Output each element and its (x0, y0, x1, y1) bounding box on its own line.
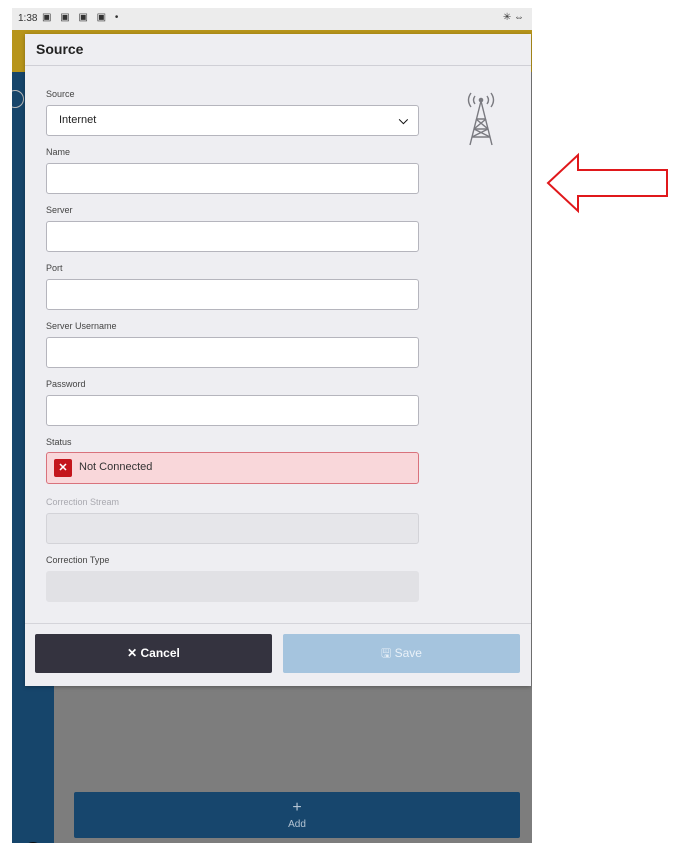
correction-stream-label: Correction Stream (46, 497, 120, 507)
chevron-down-icon: ⌵ (398, 113, 408, 127)
server-input[interactable] (46, 221, 419, 252)
annotation-arrow-icon (546, 152, 668, 214)
source-select[interactable]: Internet ⌵ (46, 105, 419, 136)
password-label: Password (46, 379, 86, 389)
notification-icons: ▣ ▣ ▣ ▣ • (42, 12, 122, 23)
port-input[interactable] (46, 279, 419, 310)
radio-tower-icon (467, 92, 495, 146)
password-input[interactable] (46, 395, 419, 426)
server-username-label: Server Username (46, 321, 117, 331)
system-status-bar: 1:38 ▣ ▣ ▣ ▣ • ✳ ⇔ (12, 8, 532, 30)
correction-stream-select (46, 513, 419, 544)
source-dialog: Source Source Internet ⌵ Name Server Por… (25, 34, 531, 686)
status-text: Not Connected (79, 461, 153, 473)
x-icon: ✕ (54, 459, 72, 477)
server-username-input[interactable] (46, 337, 419, 368)
add-label: Add (288, 819, 306, 830)
save-button[interactable]: 🖫 Save (283, 634, 520, 673)
add-button[interactable]: + Add (74, 792, 520, 838)
tablet-screen: 1:38 ▣ ▣ ▣ ▣ • ✳ ⇔ ⇥ + Add Source Source (12, 8, 532, 843)
source-value: Internet (59, 114, 97, 126)
cancel-button[interactable]: ✕ Cancel (35, 634, 272, 673)
sidebar-toggle-icon[interactable] (12, 90, 24, 108)
source-label: Source (46, 89, 75, 99)
footer-divider (25, 623, 531, 624)
status-time: 1:38 (18, 13, 38, 24)
plus-icon: + (292, 799, 302, 816)
port-label: Port (46, 263, 63, 273)
correction-type-field (46, 571, 419, 602)
status-label: Status (46, 437, 72, 447)
dialog-title: Source (25, 34, 531, 66)
server-label: Server (46, 205, 73, 215)
name-input[interactable] (46, 163, 419, 194)
bluetooth-icon: ✳ ⇔ (502, 12, 524, 23)
name-label: Name (46, 147, 71, 157)
connection-status-badge: ✕ Not Connected (46, 452, 419, 484)
correction-type-label: Correction Type (46, 555, 110, 565)
